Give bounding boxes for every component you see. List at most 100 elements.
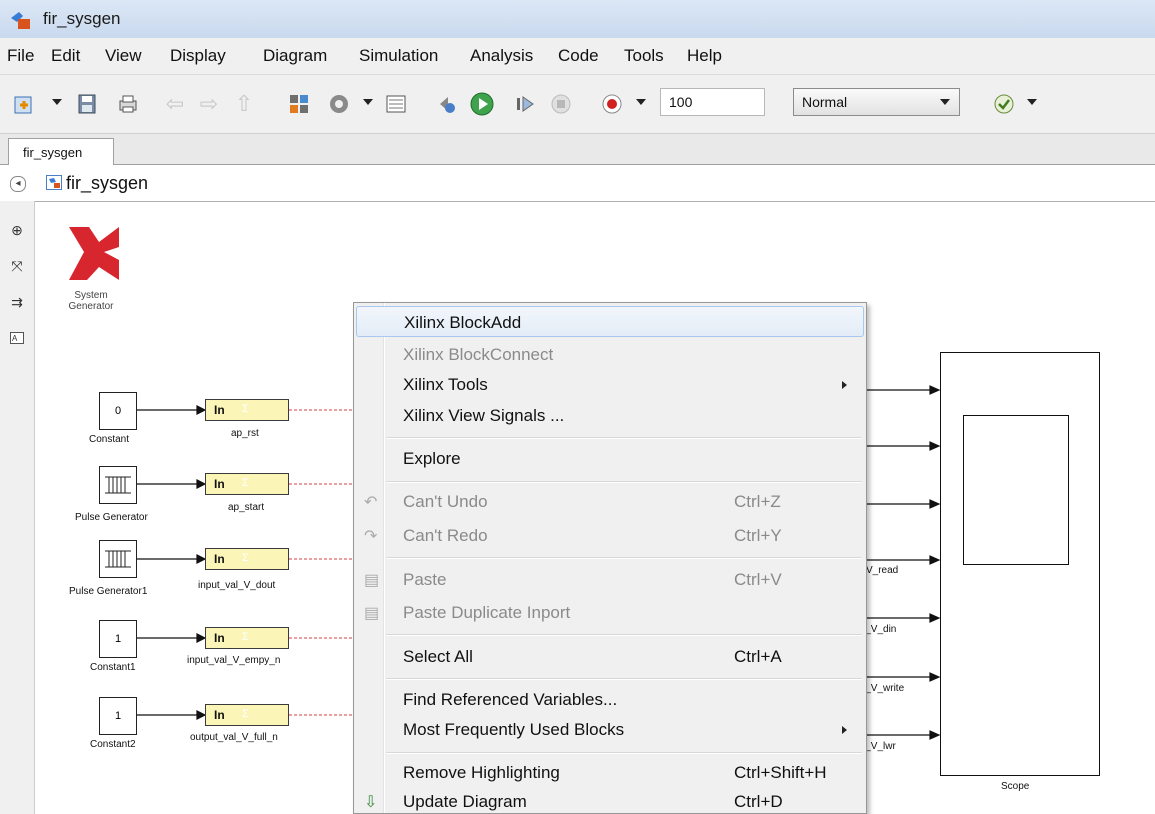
signal-label: l_V_din	[863, 624, 897, 635]
toolbar: ⇦ ⇨ ⇧	[0, 75, 1155, 134]
canvas-sidebar: ⊕ ⤧ ⇉ A	[0, 201, 35, 814]
xilinx-logo-icon: Σ	[242, 403, 249, 415]
update-diagram-icon: ⇩	[364, 794, 378, 811]
menu-item-label: Find Referenced Variables...	[403, 690, 618, 709]
menu-separator	[386, 437, 862, 439]
simulation-mode-select[interactable]: Normal	[793, 88, 960, 116]
inport-label: input_val_V_dout	[198, 580, 276, 591]
menu-item-select-all[interactable]: Select All Ctrl+A	[356, 641, 864, 672]
gateway-in-block[interactable]: In Σ	[205, 548, 289, 570]
inport-label: input_val_V_empy_n	[187, 655, 281, 666]
gateway-in-block[interactable]: In Σ	[205, 704, 289, 726]
record-dropdown-icon[interactable]	[636, 99, 646, 105]
submenu-arrow-icon	[842, 381, 847, 389]
redo-icon: ↷	[364, 528, 378, 545]
step-forward-icon[interactable]	[510, 89, 540, 119]
menu-item-paste-duplicate-inport[interactable]: ▤ Paste Duplicate Inport	[356, 597, 864, 628]
menu-view[interactable]: View	[105, 46, 142, 66]
menu-item-label: Xilinx BlockAdd	[404, 313, 522, 332]
menu-help[interactable]: Help	[687, 46, 722, 66]
step-back-icon[interactable]	[431, 89, 461, 119]
signal-label: l_V_lwr	[863, 741, 896, 752]
menu-item-explore[interactable]: Explore	[356, 443, 864, 474]
menu-item-label: Xilinx View Signals ...	[403, 406, 565, 425]
menu-item-label: Xilinx Tools	[403, 375, 488, 394]
inport-text: In	[214, 403, 225, 417]
submenu-arrow-icon	[842, 726, 847, 734]
menu-item-update-diagram[interactable]: ⇩ Update Diagram Ctrl+D	[356, 786, 864, 813]
annotation-icon[interactable]: A	[8, 329, 26, 347]
new-model-icon[interactable]	[9, 89, 39, 119]
menu-separator	[386, 752, 862, 754]
settings-dropdown-icon[interactable]	[363, 99, 373, 105]
menu-item-xilinx-blockconnect[interactable]: Xilinx BlockConnect	[356, 339, 864, 370]
hide-explorer-icon[interactable]: ◂	[10, 176, 26, 192]
menu-diagram[interactable]: Diagram	[263, 46, 327, 66]
menu-display[interactable]: Display	[170, 46, 226, 66]
window-title: fir_sysgen	[43, 9, 121, 28]
menu-item-shortcut: Ctrl+D	[734, 792, 783, 811]
fit-to-view-icon[interactable]: ⤧	[8, 257, 26, 275]
record-icon[interactable]	[597, 89, 627, 119]
menu-bar: File Edit View Display Diagram Simulatio…	[0, 38, 1155, 75]
paste-icon: ▤	[364, 572, 380, 589]
menu-item-shortcut: Ctrl+V	[734, 570, 782, 589]
menu-simulation[interactable]: Simulation	[359, 46, 438, 66]
zoom-icon[interactable]: ⊕	[8, 221, 26, 239]
scope-block[interactable]	[940, 352, 1100, 776]
run-icon[interactable]	[467, 89, 497, 119]
library-browser-icon[interactable]	[284, 89, 314, 119]
menu-item-xilinx-tools[interactable]: Xilinx Tools	[356, 369, 864, 400]
save-icon[interactable]	[72, 89, 102, 119]
tab-fir-sysgen[interactable]: fir_sysgen	[8, 138, 114, 165]
inport-text: In	[214, 631, 225, 645]
breadcrumb-bar: ◂ fir_sysgen	[0, 165, 1155, 202]
gateway-in-block[interactable]: In Σ	[205, 473, 289, 495]
print-icon[interactable]	[113, 89, 143, 119]
gateway-in-block[interactable]: In Σ	[205, 627, 289, 649]
menu-item-paste[interactable]: ▤ Paste Ctrl+V	[356, 564, 864, 595]
model-advisor-icon[interactable]	[989, 89, 1019, 119]
model-explorer-icon[interactable]	[381, 89, 411, 119]
arrow-direction-icon[interactable]: ⇉	[8, 293, 26, 311]
menu-edit[interactable]: Edit	[51, 46, 80, 66]
xilinx-logo-icon: Σ	[242, 477, 249, 489]
menu-tools[interactable]: Tools	[624, 46, 664, 66]
new-model-dropdown-icon[interactable]	[52, 99, 62, 105]
menu-item-most-frequently-used-blocks[interactable]: Most Frequently Used Blocks	[356, 714, 864, 745]
stop-time-input[interactable]: 100	[660, 88, 765, 116]
menu-item-xilinx-view-signals[interactable]: Xilinx View Signals ...	[356, 400, 864, 431]
menu-item-undo[interactable]: ↶ Can't Undo Ctrl+Z	[356, 486, 864, 517]
menu-item-label: Paste	[403, 570, 447, 589]
back-icon[interactable]: ⇦	[160, 89, 190, 119]
menu-separator	[386, 634, 862, 636]
breadcrumb[interactable]: fir_sysgen	[66, 173, 148, 194]
menu-file[interactable]: File	[7, 46, 34, 66]
tab-strip	[0, 134, 1155, 165]
forward-icon[interactable]: ⇨	[194, 89, 224, 119]
inport-label: output_val_V_full_n	[190, 732, 278, 743]
menu-item-shortcut: Ctrl+A	[734, 647, 782, 666]
up-icon[interactable]: ⇧	[229, 89, 259, 119]
menu-item-label: Select All	[403, 647, 473, 666]
menu-code[interactable]: Code	[558, 46, 599, 66]
chevron-down-icon[interactable]	[940, 99, 950, 105]
menu-item-redo[interactable]: ↷ Can't Redo Ctrl+Y	[356, 520, 864, 551]
inport-text: In	[214, 552, 225, 566]
menu-item-shortcut: Ctrl+Y	[734, 526, 782, 545]
model-advisor-dropdown-icon[interactable]	[1027, 99, 1037, 105]
signal-label: V_read	[866, 565, 899, 576]
menu-item-remove-highlighting[interactable]: Remove Highlighting Ctrl+Shift+H	[356, 757, 864, 788]
stop-icon[interactable]	[546, 89, 576, 119]
scope-label: Scope	[1001, 781, 1030, 792]
menu-item-label: Most Frequently Used Blocks	[403, 720, 625, 739]
menu-analysis[interactable]: Analysis	[470, 46, 533, 66]
menu-item-shortcut: Ctrl+Z	[734, 492, 781, 511]
menu-item-label: Explore	[403, 449, 461, 468]
menu-item-xilinx-blockadd[interactable]: Xilinx BlockAdd	[356, 306, 864, 337]
settings-gear-icon[interactable]	[324, 89, 354, 119]
paste-duplicate-icon: ▤	[364, 605, 380, 622]
gateway-in-block[interactable]: In Σ	[205, 399, 289, 421]
scope-screen	[963, 415, 1069, 565]
menu-item-find-referenced-variables[interactable]: Find Referenced Variables...	[356, 684, 864, 715]
